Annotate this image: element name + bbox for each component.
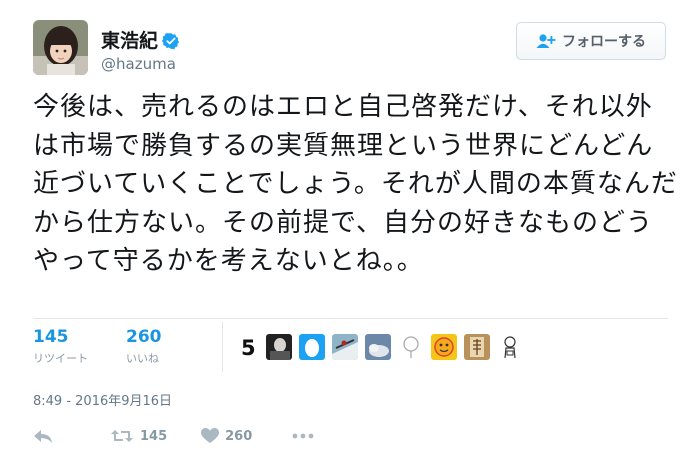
liker-avatar-sky-icon[interactable] [365,334,391,360]
like-count: 260 [126,327,162,347]
more-icon [292,433,314,439]
retweet-count: 145 [33,327,69,347]
verified-badge-icon [161,32,180,55]
stats-separator [222,322,223,372]
stats-top-divider [33,318,668,319]
retweet-icon [111,430,133,442]
user-avatar[interactable] [33,20,88,75]
user-handle[interactable]: @hazuma [101,55,176,73]
tweet-timestamp[interactable]: 8:49 - 2016年9月16日 [33,390,172,409]
reply-icon [34,430,52,443]
add-user-icon [536,34,556,48]
display-name[interactable]: 東浩紀 [101,26,180,55]
retweet-action-count: 145 [140,428,168,444]
display-name-text[interactable]: 東浩紀 [101,30,158,52]
likers-strip: 5 [240,334,530,360]
follow-button[interactable]: フォローする [516,22,666,60]
like-label: いいね [126,352,159,365]
liker-avatar-egg-icon[interactable] [299,334,325,360]
like-action-count: 260 [225,428,253,444]
like-button[interactable]: 260 [201,428,252,444]
likers-count-label: 5 [241,336,256,360]
retweet-label: リツイート [33,352,88,365]
liker-avatar-kanji-icon[interactable] [464,334,490,360]
liker-avatar-tree-icon[interactable] [398,334,424,360]
liker-avatar-portrait-icon[interactable] [266,334,292,360]
like-stat[interactable]: 260 いいね [126,327,162,366]
heart-icon [201,428,220,443]
reply-button[interactable] [33,428,53,444]
more-button[interactable] [292,433,314,439]
liker-avatar-smiley-icon[interactable] [431,334,457,360]
tweet-text: 今後は、売れるのはエロと自己啓発だけ、それ以外は市場で勝負するの実質無理という世… [33,92,678,276]
follow-button-label: フォローする [562,34,646,50]
liker-avatar-ski-icon[interactable] [332,334,358,360]
tweet-actions: 145 260 [33,424,314,448]
likers-count-icon: 5 [240,334,258,360]
liker-avatar-doodle-icon[interactable] [497,334,523,360]
retweet-stat[interactable]: 145 リツイート [33,327,88,366]
retweet-button[interactable]: 145 [110,428,167,444]
